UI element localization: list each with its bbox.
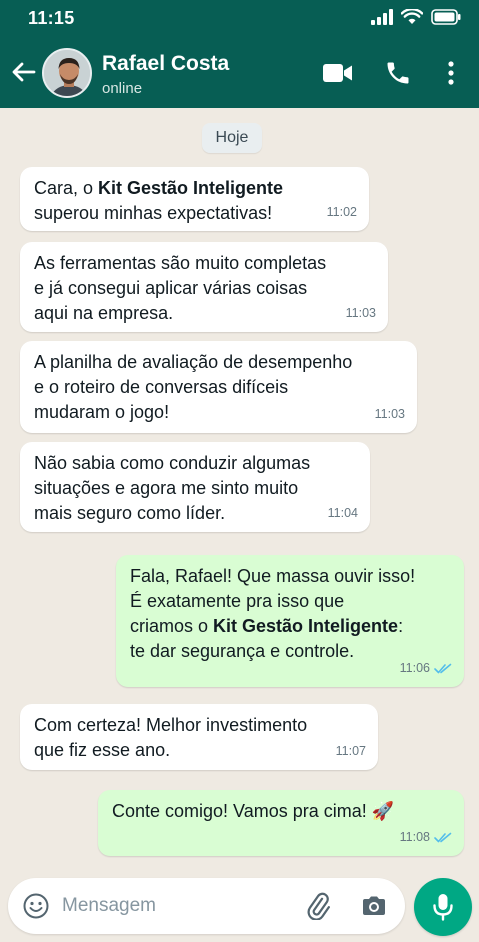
chat-header-bar: 11:15 Rafael Costa online: [0, 0, 479, 108]
message-text-segment: A planilha de avaliação de desempenho e …: [34, 352, 353, 422]
message-bubble[interactable]: As ferramentas são muito completas e já …: [20, 242, 388, 332]
message-text-segment: Conte comigo! Vamos pra cima! 🚀: [112, 801, 395, 821]
message-bubble[interactable]: A planilha de avaliação de desempenho e …: [20, 341, 417, 433]
message-bubble[interactable]: Cara, o Kit Gestão Inteligente superou m…: [20, 167, 369, 231]
message-time: 11:08: [399, 830, 430, 844]
message-text: Não sabia como conduzir algumas situaçõe…: [34, 451, 310, 526]
avatar[interactable]: [42, 48, 92, 98]
double-check-icon: [434, 832, 452, 843]
message-text-segment: As ferramentas são muito completas e já …: [34, 253, 327, 323]
message-text-segment: superou minhas expectativas!: [34, 203, 273, 223]
contact-status: online: [102, 80, 143, 97]
message-time: 11:02: [326, 205, 357, 219]
message-text: Fala, Rafael! Que massa ouvir isso! É ex…: [130, 564, 415, 664]
message-text-segment: Com certeza! Melhor investimento que fiz…: [34, 715, 308, 760]
signal-icon: [371, 9, 393, 25]
message-text: Cara, o Kit Gestão Inteligente superou m…: [34, 176, 283, 226]
more-vertical-icon[interactable]: [435, 58, 467, 88]
message-time: 11:06: [399, 661, 430, 675]
message-time: 11:03: [374, 407, 405, 421]
message-text-bold: Kit Gestão Inteligente: [213, 616, 399, 636]
message-bubble[interactable]: Fala, Rafael! Que massa ouvir isso! É ex…: [116, 555, 464, 687]
battery-icon: [431, 9, 461, 25]
arrow-left-icon[interactable]: [10, 58, 38, 86]
microphone-icon[interactable]: [414, 878, 472, 936]
paperclip-icon[interactable]: [304, 892, 332, 921]
emoji-icon[interactable]: [22, 892, 50, 920]
status-bar: 11:15: [0, 0, 479, 36]
double-check-icon: [434, 663, 452, 674]
message-text: As ferramentas são muito completas e já …: [34, 251, 326, 326]
message-composer: [8, 878, 405, 934]
video-call-icon[interactable]: [322, 58, 354, 88]
camera-icon[interactable]: [360, 892, 388, 920]
message-text: Conte comigo! Vamos pra cima! 🚀: [112, 799, 394, 824]
message-text-segment: Cara, o: [34, 178, 99, 198]
phone-icon[interactable]: [382, 58, 414, 88]
status-icons: [371, 9, 461, 25]
contact-name[interactable]: Rafael Costa: [102, 52, 229, 76]
status-time: 11:15: [28, 8, 75, 28]
message-time: 11:07: [335, 744, 366, 758]
message-text-segment: Não sabia como conduzir algumas situaçõe…: [34, 453, 311, 523]
date-divider: Hoje: [202, 123, 262, 153]
conversation-header: Rafael Costa online: [0, 42, 479, 104]
message-text-bold: Kit Gestão Inteligente: [98, 178, 284, 198]
message-list[interactable]: Hoje Cara, o Kit Gestão Inteligente supe…: [0, 108, 479, 868]
message-input[interactable]: [62, 888, 292, 924]
message-text: A planilha de avaliação de desempenho e …: [34, 350, 352, 425]
message-text: Com certeza! Melhor investimento que fiz…: [34, 713, 307, 763]
message-time: 11:04: [327, 506, 358, 520]
message-bubble[interactable]: Não sabia como conduzir algumas situaçõe…: [20, 442, 370, 532]
message-bubble[interactable]: Conte comigo! Vamos pra cima! 🚀 11:08: [98, 790, 464, 856]
wifi-icon: [401, 9, 423, 24]
message-bubble[interactable]: Com certeza! Melhor investimento que fiz…: [20, 704, 378, 770]
message-time: 11:03: [345, 306, 376, 320]
